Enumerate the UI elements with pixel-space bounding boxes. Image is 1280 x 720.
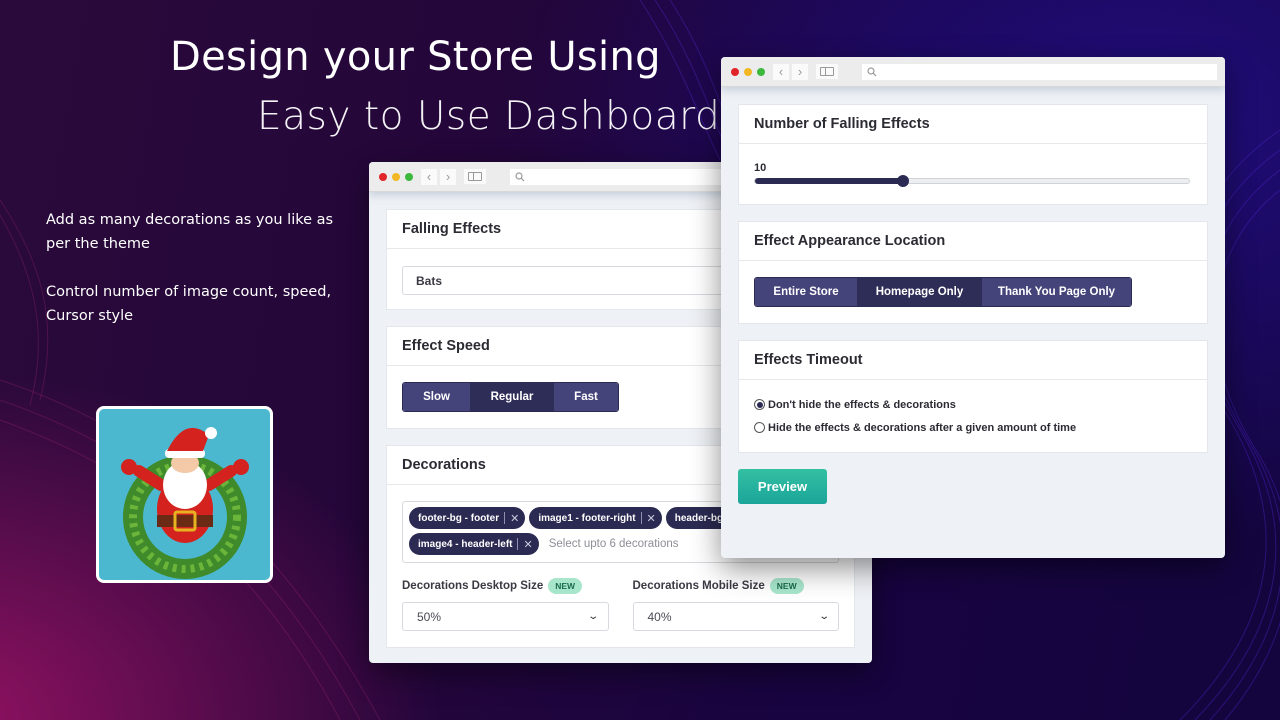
- browser-titlebar: ‹ ›: [721, 57, 1225, 87]
- radio-label: Don't hide the effects & decorations: [768, 398, 956, 411]
- slider-thumb[interactable]: [896, 175, 909, 187]
- close-window-button[interactable]: [731, 67, 739, 76]
- card-title: Effects Timeout: [739, 341, 1207, 380]
- chevron-down-icon: ⌄: [817, 611, 830, 622]
- radio-button[interactable]: [754, 422, 765, 433]
- number-of-effects-card: Number of Falling Effects 10: [738, 104, 1208, 205]
- slider-value: 10: [754, 162, 767, 174]
- speed-option-regular[interactable]: Regular: [470, 383, 554, 411]
- speed-option-slow[interactable]: Slow: [403, 383, 470, 411]
- address-bar[interactable]: [862, 63, 1217, 80]
- headline-secondary: Easy to Use Dashboard: [257, 94, 721, 139]
- desktop-size-label-text: Decorations Desktop Size: [402, 580, 544, 592]
- speed-option-fast[interactable]: Fast: [554, 383, 618, 411]
- location-option-entire-store[interactable]: Entire Store: [755, 278, 857, 306]
- search-icon: [515, 171, 525, 181]
- mobile-size-label-text: Decorations Mobile Size: [632, 580, 765, 592]
- sidebar-toggle-icon[interactable]: [464, 169, 486, 184]
- decoration-tag: image1 - footer-right ✕: [529, 507, 662, 529]
- mobile-size-select[interactable]: 40% ⌄: [632, 602, 839, 631]
- decorations-placeholder[interactable]: Select upto 6 decorations: [549, 538, 679, 550]
- browser-window-settings-right: ‹ › Number of Falling Effects 10 Effect …: [721, 57, 1225, 558]
- minimize-window-button[interactable]: [744, 67, 752, 76]
- slider-fill: [755, 178, 903, 184]
- maximize-window-button[interactable]: [757, 67, 765, 76]
- card-title: Effect Appearance Location: [739, 222, 1207, 261]
- decoration-tag: footer-bg - footer ✕: [409, 507, 526, 529]
- headline-primary: Design your Store Using: [170, 34, 661, 80]
- radio-button[interactable]: [754, 399, 765, 410]
- tag-label: image4 - header-left: [418, 538, 513, 550]
- search-icon: [867, 66, 877, 76]
- effects-count-slider[interactable]: [754, 175, 1190, 187]
- timeout-option-dont-hide[interactable]: Don't hide the effects & decorations: [754, 393, 1192, 416]
- desktop-size-label: Decorations Desktop Size NEW: [402, 575, 609, 597]
- desktop-size-select[interactable]: 50% ⌄: [402, 602, 609, 631]
- forward-icon[interactable]: ›: [440, 168, 456, 185]
- speed-segmented-control: Slow Regular Fast: [402, 382, 619, 412]
- location-option-thank-you[interactable]: Thank You Page Only: [982, 278, 1131, 306]
- chevron-down-icon: ⌄: [587, 611, 600, 622]
- effects-timeout-card: Effects Timeout Don't hide the effects &…: [738, 340, 1208, 453]
- back-icon[interactable]: ‹: [773, 63, 789, 80]
- tag-label: image1 - footer-right: [538, 512, 636, 524]
- feature-text-controls: Control number of image count, speed, Cu…: [46, 284, 332, 324]
- card-title: Number of Falling Effects: [739, 105, 1207, 144]
- location-option-homepage[interactable]: Homepage Only: [857, 278, 982, 306]
- decoration-tag: image4 - header-left ✕: [409, 533, 539, 555]
- timeout-option-hide-after[interactable]: Hide the effects & decorations after a g…: [754, 416, 1192, 439]
- appearance-location-card: Effect Appearance Location Entire Store …: [738, 221, 1208, 324]
- forward-icon[interactable]: ›: [792, 63, 808, 80]
- back-icon[interactable]: ‹: [421, 168, 437, 185]
- preview-button[interactable]: Preview: [738, 469, 827, 504]
- mobile-size-label: Decorations Mobile Size NEW: [633, 575, 840, 597]
- minimize-window-button[interactable]: [392, 172, 400, 181]
- feature-text-decorations: Add as many decorations as you like as p…: [46, 212, 334, 252]
- desktop-size-value: 50%: [417, 609, 442, 624]
- remove-tag-icon[interactable]: ✕: [510, 512, 519, 525]
- close-window-button[interactable]: [379, 172, 387, 181]
- remove-tag-icon[interactable]: ✕: [523, 538, 532, 551]
- maximize-window-button[interactable]: [405, 172, 413, 181]
- remove-tag-icon[interactable]: ✕: [647, 512, 656, 525]
- new-badge: NEW: [548, 578, 583, 594]
- mobile-size-value: 40%: [647, 609, 672, 624]
- sidebar-toggle-icon[interactable]: [816, 64, 838, 79]
- radio-label: Hide the effects & decorations after a g…: [768, 421, 1077, 434]
- tag-label: footer-bg - footer: [418, 512, 500, 524]
- santa-wreath-icon: [96, 406, 273, 583]
- location-segmented-control: Entire Store Homepage Only Thank You Pag…: [754, 277, 1132, 307]
- new-badge: NEW: [769, 578, 804, 594]
